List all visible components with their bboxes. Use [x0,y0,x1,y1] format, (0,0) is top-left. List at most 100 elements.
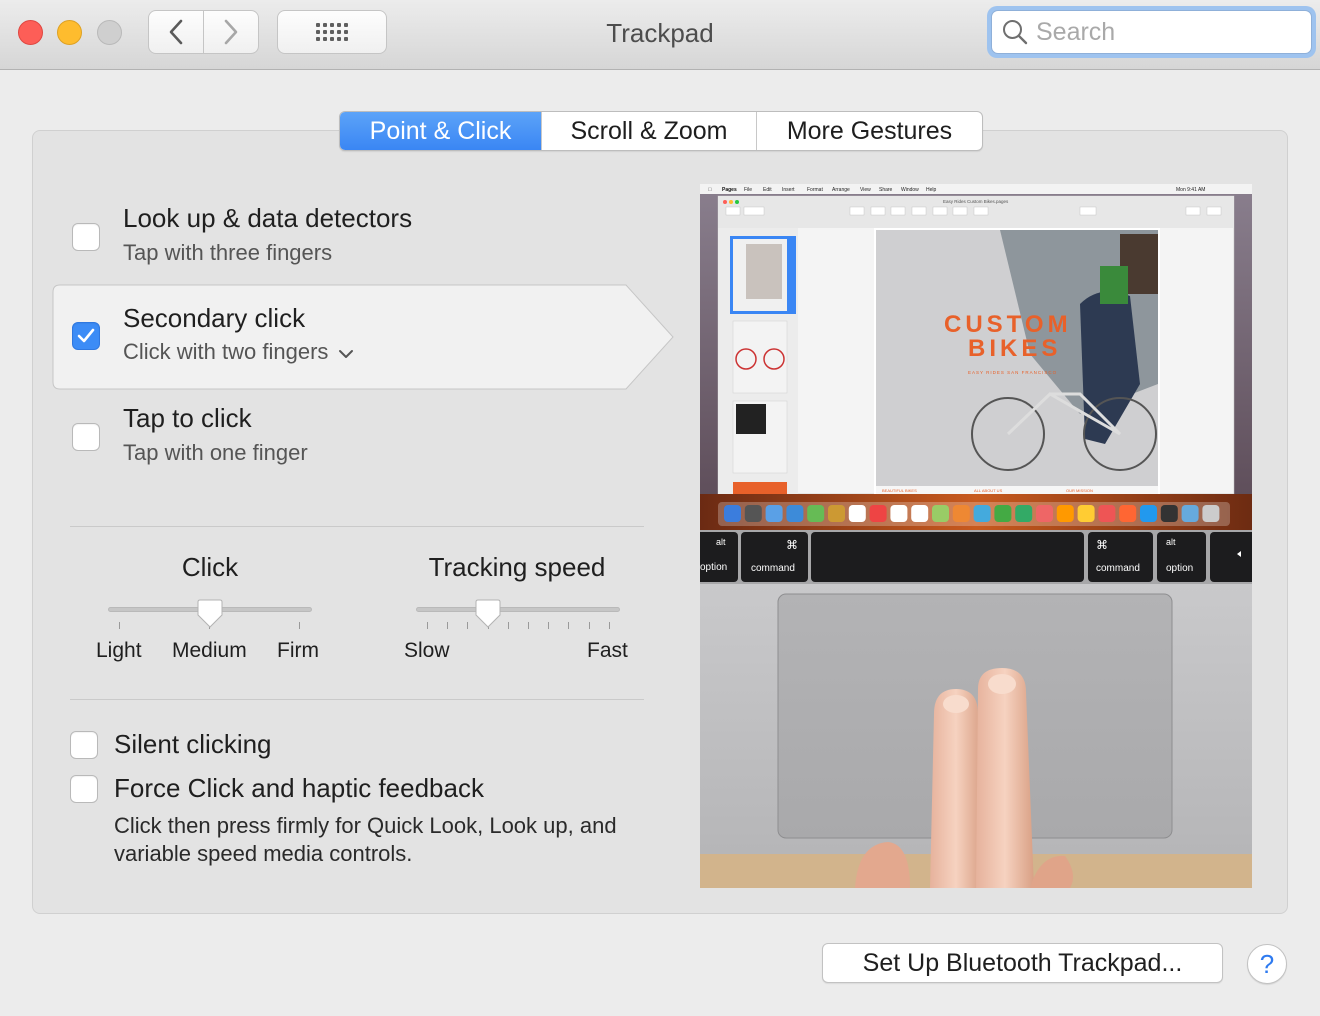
svg-text:command: command [751,563,795,574]
help-button[interactable]: ? [1247,944,1287,984]
tab-bar: Point & Click Scroll & Zoom More Gesture… [339,111,983,151]
zoom-button[interactable] [97,20,122,45]
force-click-checkbox[interactable] [70,775,98,803]
chevron-down-icon [339,349,354,358]
dock-app-icon [765,505,783,522]
svg-text:alt: alt [1166,537,1176,547]
setup-bluetooth-trackpad-button[interactable]: Set Up Bluetooth Trackpad... [822,943,1223,983]
secondary-click-checkbox[interactable] [72,322,100,350]
svg-text:ALL ABOUT US: ALL ABOUT US [974,488,1003,493]
preview-menu-item: Format [807,187,823,193]
tap-to-click-subtitle: Tap with one finger [123,440,308,465]
svg-text:CUSTOM: CUSTOM [944,311,1072,338]
svg-text:option: option [700,562,727,573]
dock-app-icon [1056,505,1074,522]
preview-menu-item: Edit [763,187,772,193]
checkmark-icon [77,328,95,343]
dock-app-icon [932,505,949,522]
dock-app-icon [952,505,970,522]
divider [70,526,644,527]
svg-text:alt: alt [716,537,726,547]
dock-app-icon [1202,505,1220,522]
show-all-button[interactable] [277,10,387,54]
search-field[interactable] [987,6,1316,58]
dock-app-icon [828,505,845,522]
gesture-preview-image:  Pages File Edit Insert Format Arrange View S… [700,184,1252,888]
tracking-tick [447,622,448,629]
tap-to-click-title: Tap to click [123,403,252,433]
tap-to-click-checkbox[interactable] [72,423,100,451]
dock-app-icon [1181,505,1199,522]
preview-menu-item: Insert [782,187,795,193]
svg-text:option: option [1166,563,1193,574]
svg-text:BEAUTIFUL BIKES: BEAUTIFUL BIKES [882,488,917,493]
forward-button[interactable] [203,10,259,54]
tab-more-gestures[interactable]: More Gestures [757,112,982,150]
dock-app-icon [1015,505,1033,522]
preview-menu-item: Window [901,187,919,193]
search-icon [1003,20,1028,45]
dock-app-icon [1036,505,1053,522]
tracking-slider-track[interactable] [416,607,620,612]
click-tick [119,622,120,629]
close-button[interactable] [18,20,43,45]
dock-app-icon [786,505,804,522]
preview-menu-item: Help [926,187,937,193]
chevron-right-icon [224,19,238,45]
svg-text:EASY RIDES SAN FRANCISCO: EASY RIDES SAN FRANCISCO [968,370,1057,375]
chevron-left-icon [169,19,183,45]
click-label-light: Light [96,639,142,662]
tab-scroll-and-zoom[interactable]: Scroll & Zoom [542,112,757,150]
tracking-tick [508,622,509,629]
back-button[interactable] [148,10,204,54]
svg-text:Pages: Pages [722,187,737,193]
tracking-tick [568,622,569,629]
dock-app-icon [1160,505,1178,522]
svg-text:OUR MISSION: OUR MISSION [1066,488,1093,493]
dock-app-icon [890,505,908,522]
click-slider-title: Click [181,552,239,582]
tracking-slider-knob[interactable] [475,599,501,629]
secondary-click-title: Secondary click [123,303,306,333]
look-up-checkbox[interactable] [72,223,100,251]
dock-app-icon [848,505,866,522]
preview-menu-item: Arrange [832,187,850,193]
tracking-tick [528,622,529,629]
click-slider-knob[interactable] [197,599,223,629]
dock-app-icon [994,505,1012,522]
dock-app-icon [869,505,887,522]
click-label-medium: Medium [172,639,247,662]
svg-text:⌘: ⌘ [1096,538,1108,552]
click-tick [299,622,300,629]
tracking-label-fast: Fast [587,639,628,662]
svg-text:Mon 9:41 AM: Mon 9:41 AM [1176,187,1205,193]
tracking-tick [609,622,610,629]
search-input[interactable] [1036,17,1286,47]
click-label-firm: Firm [277,639,319,662]
dock-app-icon [807,505,825,522]
secondary-click-subtitle: Click with two fingers [123,339,329,364]
minimize-button[interactable] [57,20,82,45]
force-click-description: Click then press firmly for Quick Look, … [114,813,617,866]
dock-app-icon [1077,505,1095,522]
svg-text::  [708,187,712,193]
tracking-label-slow: Slow [404,639,450,662]
preview-menu-item: View [860,187,871,193]
window-title: Trackpad [606,18,714,48]
dock-app-icon [1098,505,1116,522]
svg-text:command: command [1096,563,1140,574]
svg-text:Easy Rides Custom Bikes.pages: Easy Rides Custom Bikes.pages [943,199,1009,204]
tab-point-and-click[interactable]: Point & Click [340,112,542,150]
silent-clicking-label: Silent clicking [114,729,272,759]
dock-app-icon [724,505,741,522]
dock-app-icon [973,505,991,522]
silent-clicking-checkbox[interactable] [70,731,98,759]
secondary-click-menu[interactable]: Click with two fingers [123,339,354,365]
dock-app-icon [744,505,762,522]
tracking-tick [589,622,590,629]
divider [70,699,644,700]
preview-menu-item: File [744,187,752,193]
tracking-tick [467,622,468,629]
look-up-subtitle: Tap with three fingers [123,240,333,265]
grid-icon [316,23,348,41]
